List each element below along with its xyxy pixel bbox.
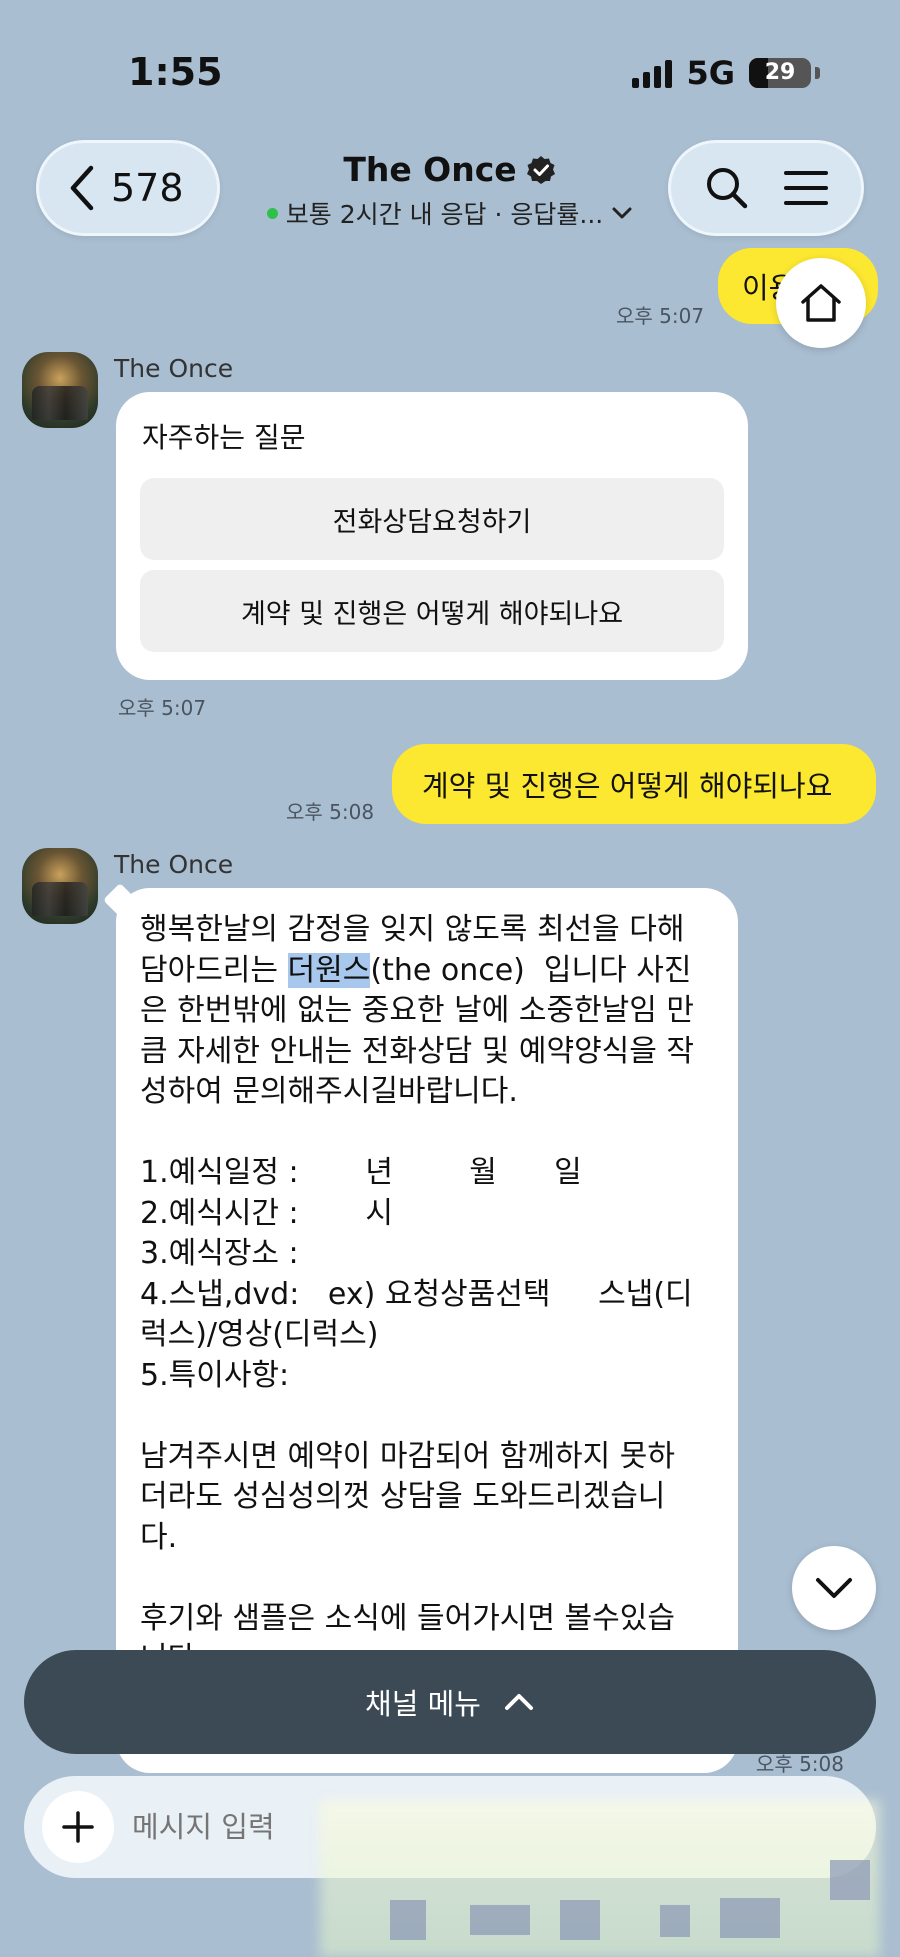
- verified-badge-icon: [526, 155, 555, 184]
- message-timestamp: 오후 5:07: [118, 696, 207, 720]
- faq-title: 자주하는 질문: [142, 421, 306, 454]
- message-line: 5.특이사항:: [140, 1357, 290, 1393]
- blurred-block: [560, 1900, 600, 1940]
- message-line: 3.예식장소 :: [140, 1236, 299, 1271]
- message-text: 담아드리는: [140, 952, 288, 988]
- message-line: 럭스)/영상(디럭스): [140, 1317, 379, 1352]
- chat-title: The Once: [343, 150, 517, 189]
- response-info: 보통 2시간 내 응답 · 응답률...: [285, 200, 604, 229]
- received-message-bubble[interactable]: 행복한날의 감정을 잊지 않도록 최선을 다해 담아드리는 더원스(the on…: [116, 888, 738, 1773]
- message-line: 큼 자세한 안내는 전화상담 및 예약양식을 작: [140, 1033, 695, 1069]
- message-line: 후기와 샘플은 소식에 들어가시면 볼수있습: [140, 1600, 675, 1636]
- blurred-block: [470, 1905, 530, 1935]
- chevron-down-icon: [816, 1578, 852, 1598]
- status-indicators: 5G 29: [632, 54, 820, 92]
- channel-menu-button[interactable]: 채널 메뉴: [24, 1650, 876, 1754]
- channel-avatar[interactable]: [22, 352, 98, 428]
- message-line: 4.스냅,dvd: ex) 요청상품선택 스냅(디: [140, 1276, 693, 1312]
- message-timestamp: 오후 5:07: [616, 304, 705, 328]
- message-line: 남겨주시면 예약이 마감되어 함께하지 못하: [140, 1438, 675, 1474]
- scroll-to-bottom-button[interactable]: [792, 1546, 876, 1630]
- chevron-left-icon: [70, 165, 94, 211]
- sender-name: The Once: [114, 850, 234, 879]
- message-line: 2.예식시간 : 시: [140, 1195, 394, 1231]
- message-line: 은 한번밖에 없는 중요한 날에 소중한날임 만: [140, 993, 695, 1028]
- message-timestamp: 오후 5:08: [286, 800, 375, 824]
- faq-button-phone-consult[interactable]: 전화상담요청하기: [140, 478, 724, 560]
- message-line: [140, 1113, 714, 1154]
- menu-icon[interactable]: [783, 168, 829, 208]
- message-line: 다.: [140, 1519, 178, 1555]
- unread-count: 578: [111, 166, 184, 210]
- message-line: [140, 1396, 714, 1437]
- status-time: 1:55: [128, 50, 223, 94]
- message-line: 행복한날의 감정을 잊지 않도록 최선을 다해: [140, 912, 685, 947]
- message-line: [140, 1558, 714, 1599]
- blurred-block: [660, 1905, 690, 1937]
- blurred-block: [390, 1900, 426, 1940]
- battery-icon: 29: [749, 58, 811, 88]
- sent-message-text: 계약 및 진행은 어떻게 해야되나요: [422, 769, 833, 803]
- signal-icon: [632, 58, 673, 88]
- sender-name: The Once: [114, 354, 234, 383]
- home-button[interactable]: [776, 258, 866, 348]
- message-text: (the once) 입니다 사진: [370, 952, 692, 988]
- chevron-up-icon: [504, 1694, 533, 1710]
- message-line: 1.예식일정 : 년 월 일: [140, 1155, 582, 1190]
- network-label: 5G: [686, 54, 735, 92]
- plus-icon: [62, 1811, 94, 1843]
- home-icon: [801, 284, 841, 322]
- back-button[interactable]: 578: [36, 140, 220, 236]
- blurred-block: [830, 1860, 870, 1900]
- chat-header[interactable]: The Once 보통 2시간 내 응답 · 응답률...: [240, 150, 660, 231]
- faq-button-contract[interactable]: 계약 및 진행은 어떻게 해야되나요: [140, 570, 724, 652]
- battery-level: 29: [764, 60, 796, 85]
- blurred-block: [720, 1898, 780, 1938]
- message-line: 더라도 성심성의껏 상담을 도와드리겠습니: [140, 1479, 666, 1514]
- faq-card: 자주하는 질문 전화상담요청하기 계약 및 진행은 어떻게 해야되나요: [116, 392, 748, 680]
- sent-message-bubble[interactable]: 계약 및 진행은 어떻게 해야되나요: [392, 744, 876, 824]
- battery-tip: [815, 67, 820, 79]
- channel-avatar[interactable]: [22, 848, 98, 924]
- header-tools: [668, 140, 864, 236]
- online-status-dot: [266, 207, 278, 219]
- message-line: 담아드리는 더원스(the once) 입니다 사진: [140, 951, 714, 992]
- search-icon[interactable]: [703, 164, 751, 212]
- channel-menu-label: 채널 메뉴: [365, 1687, 481, 1721]
- message-line: 성하여 문의해주시길바랍니다.: [140, 1074, 518, 1109]
- chevron-down-icon[interactable]: [611, 205, 633, 221]
- highlighted-text[interactable]: 더원스: [287, 952, 371, 988]
- attach-button[interactable]: [42, 1791, 114, 1863]
